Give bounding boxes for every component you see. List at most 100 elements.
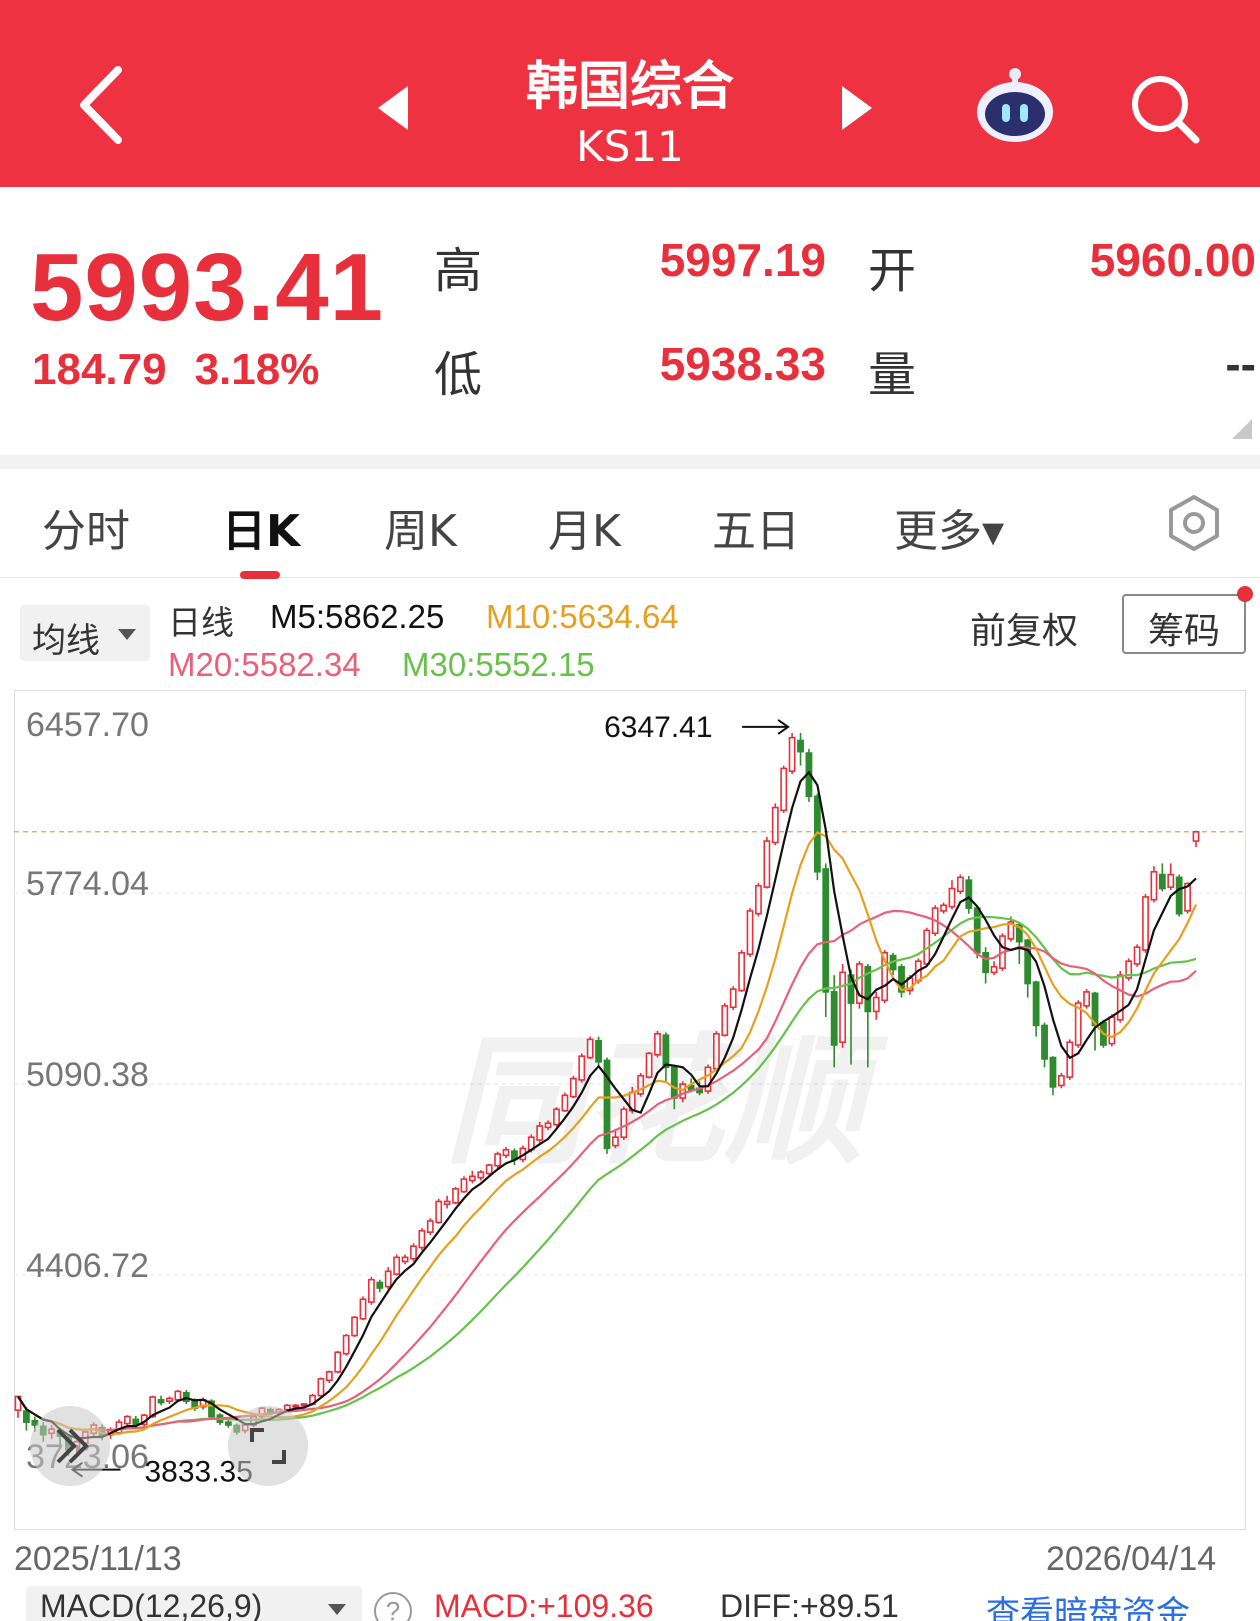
tab-more[interactable]: 更多▾ xyxy=(894,495,1004,559)
help-icon[interactable]: ? xyxy=(374,1592,412,1621)
candle-up xyxy=(746,910,754,955)
candle-up xyxy=(123,1415,131,1425)
settings-hexagon-icon[interactable] xyxy=(1164,493,1224,553)
candle-down xyxy=(595,1040,602,1063)
candle-up xyxy=(1057,1074,1065,1087)
candle-up xyxy=(418,1229,426,1249)
expand-corner-icon[interactable] xyxy=(1232,419,1252,439)
candle-up xyxy=(1108,1016,1116,1045)
candle-up xyxy=(485,1164,493,1175)
chart-end-date: 2026/04/14 xyxy=(1046,1540,1217,1578)
candle-up xyxy=(452,1188,459,1204)
candle-up xyxy=(755,884,762,915)
y-tick-label: 4406.72 xyxy=(26,1247,149,1285)
high-annotation-label: 6347.41 xyxy=(604,711,712,744)
candle-up xyxy=(494,1153,502,1167)
high-value: 5997.19 xyxy=(659,234,826,286)
kline-chart[interactable]: 同花顺 6457.705774.045090.384406.723723.066… xyxy=(14,690,1246,1530)
candle-up xyxy=(443,1200,451,1206)
candle-up xyxy=(393,1256,401,1275)
chip-distribution-button[interactable]: 筹码 xyxy=(1122,594,1246,654)
candle-down xyxy=(965,879,973,909)
fullscreen-button[interactable] xyxy=(228,1406,308,1486)
candle-up xyxy=(1066,1041,1074,1078)
open-label: 开 xyxy=(868,243,917,299)
candle-up xyxy=(1142,896,1149,951)
candle-down xyxy=(670,1066,678,1099)
volume-label: 量 xyxy=(868,347,917,403)
period-tabs: 分时 日K 周K 月K 五日 更多▾ xyxy=(0,469,1260,579)
previous-stock-icon[interactable] xyxy=(378,86,408,130)
candle-up xyxy=(1167,873,1175,888)
chart-start-date: 2025/11/13 xyxy=(14,1540,182,1578)
candle-up xyxy=(956,876,964,893)
tab-monthly-k[interactable]: 月K xyxy=(548,495,621,559)
double-chevron-icon xyxy=(56,1428,89,1464)
candle-up xyxy=(578,1055,586,1081)
macd-value: MACD:+109.36 xyxy=(434,1588,654,1621)
forward-adjust-toggle[interactable]: 前复权 xyxy=(970,602,1078,654)
tab-intraday[interactable]: 分时 xyxy=(42,495,130,559)
diff-value: DIFF:+89.51 xyxy=(720,1588,899,1621)
candle-down xyxy=(822,868,830,993)
page-title: 韩国综合 xyxy=(525,57,734,117)
candle-up xyxy=(561,1094,569,1112)
robot-assistant-icon[interactable] xyxy=(972,66,1058,146)
indicator-select[interactable]: 均线 xyxy=(20,605,150,661)
candle-down xyxy=(797,739,804,753)
candle-up xyxy=(738,951,746,992)
scroll-left-button[interactable] xyxy=(30,1406,110,1486)
candle-up xyxy=(1083,991,1091,1007)
next-stock-icon[interactable] xyxy=(842,86,872,130)
candle-up xyxy=(435,1200,443,1224)
candle-up xyxy=(654,1033,661,1056)
candle-up xyxy=(351,1316,358,1337)
candle-up xyxy=(536,1125,544,1141)
price-change: 184.79 3.18% xyxy=(32,345,319,395)
candle-up xyxy=(317,1378,325,1397)
quote-panel: 5993.41 184.79 3.18% 高 5997.19 开 5960.00 … xyxy=(0,187,1260,455)
candle-up xyxy=(763,840,771,888)
candle-up xyxy=(948,887,956,908)
chevron-down-icon xyxy=(118,629,136,640)
candle-up xyxy=(367,1278,375,1303)
high-label: 高 xyxy=(434,243,483,299)
candle-down xyxy=(982,951,990,974)
fullscreen-icon xyxy=(250,1428,286,1464)
macd-indicator-select[interactable]: MACD(12,26,9) xyxy=(26,1586,362,1621)
open-value: 5960.00 xyxy=(1089,234,1256,286)
volume-value: -- xyxy=(1225,338,1256,390)
top-bar: 韩国综合 KS11 xyxy=(0,0,1260,187)
macd-select-label: MACD(12,26,9) xyxy=(40,1588,263,1621)
tab-five-day[interactable]: 五日 xyxy=(712,495,800,559)
candle-up xyxy=(712,1033,720,1070)
candle-down xyxy=(662,1034,670,1069)
tab-daily-k[interactable]: 日K xyxy=(222,495,300,559)
candle-down xyxy=(1041,1024,1048,1060)
ma5-value: M5:5862.25 xyxy=(270,598,445,635)
candle-up xyxy=(384,1270,392,1288)
candle-up xyxy=(544,1122,552,1129)
candle-up xyxy=(1192,831,1200,842)
tab-weekly-k[interactable]: 周K xyxy=(384,495,457,559)
candle-up xyxy=(401,1256,409,1263)
active-tab-indicator xyxy=(240,571,280,579)
candle-up xyxy=(788,736,796,773)
candle-up xyxy=(990,965,998,974)
candle-up xyxy=(721,1005,729,1037)
dark-pool-funds-link[interactable]: 查看暗盘资金 xyxy=(986,1586,1190,1621)
candle-down xyxy=(1158,873,1166,890)
search-icon[interactable] xyxy=(1128,72,1204,148)
back-arrow-icon[interactable] xyxy=(70,60,140,150)
section-divider xyxy=(0,455,1260,469)
chevron-down-icon xyxy=(328,1604,346,1615)
candle-up xyxy=(410,1245,417,1260)
candle-up xyxy=(460,1178,468,1193)
stock-code: KS11 xyxy=(576,122,684,171)
change-percent: 3.18% xyxy=(194,345,320,394)
ma30-value: M30:5552.15 xyxy=(402,646,595,683)
candle-up xyxy=(174,1390,182,1401)
candle-up xyxy=(586,1038,594,1059)
low-label: 低 xyxy=(434,347,483,403)
candle-down xyxy=(1032,981,1040,1027)
